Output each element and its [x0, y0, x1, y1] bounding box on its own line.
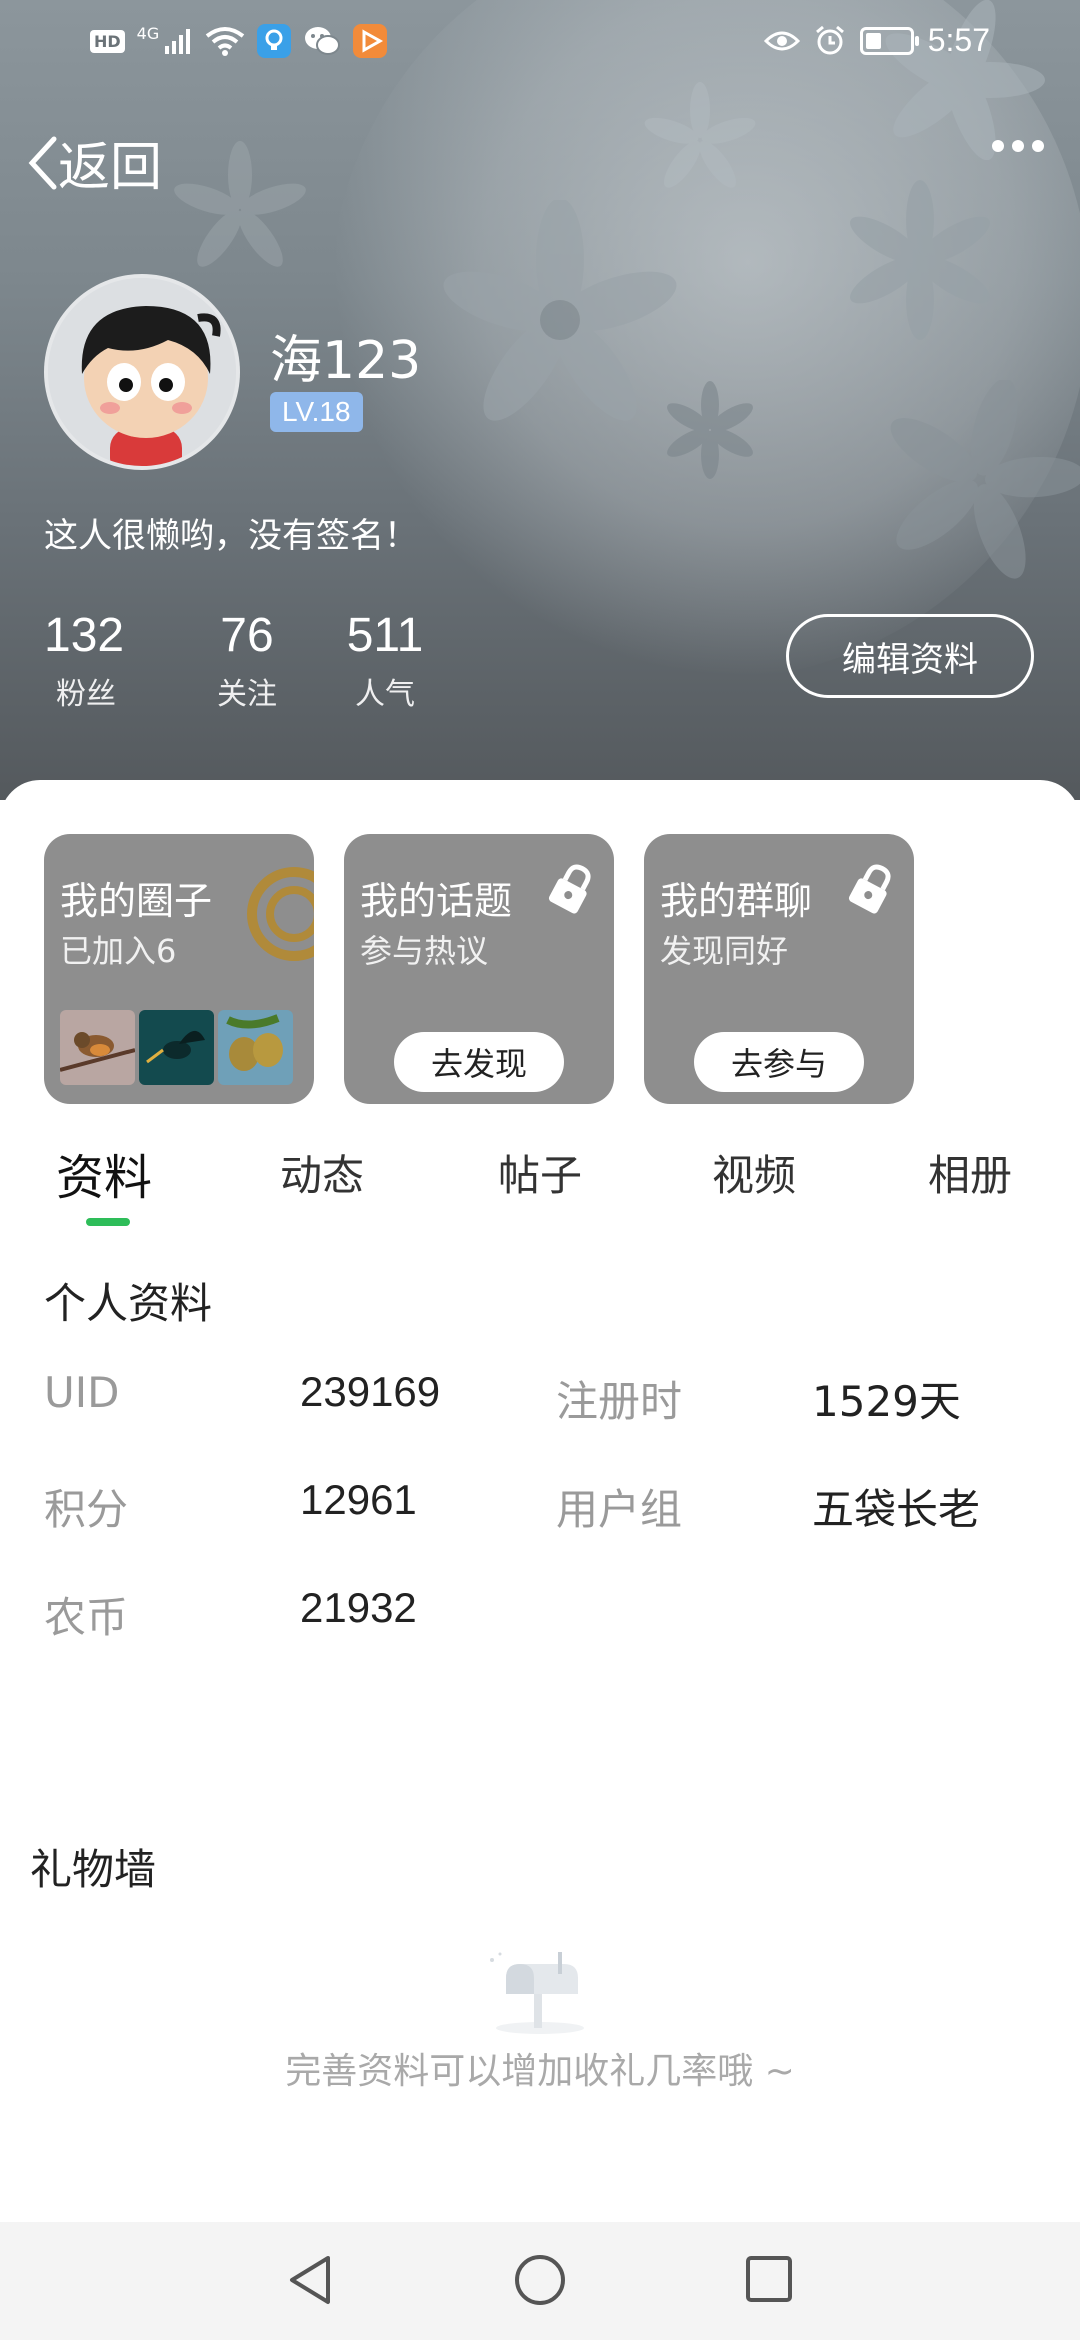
gift-wall-title: 礼物墙 — [30, 1845, 157, 1894]
info-key: UID — [44, 1368, 120, 1417]
discover-button[interactable]: 去发现 — [394, 1032, 564, 1092]
recents-square-icon[interactable] — [744, 2254, 794, 2304]
my-topics-card[interactable]: 我的话题 参与热议 去发现 — [344, 834, 614, 1104]
lock-icon — [848, 864, 891, 914]
card-subtitle: 已加入6 — [60, 932, 177, 970]
info-key: 积分 — [44, 1485, 129, 1534]
edit-profile-button[interactable]: 编辑资料 — [786, 614, 1034, 698]
wechat-icon — [305, 27, 341, 55]
profile-stats: 132 粉丝 76 关注 511 人气 — [44, 608, 454, 713]
avatar-cartoon-boy-icon — [48, 278, 236, 466]
eye-icon — [763, 31, 800, 50]
chevron-left-icon — [28, 136, 57, 189]
stat-label: 粉丝 — [56, 677, 116, 712]
decorative-flower-icon — [890, 380, 1080, 579]
mailbox-icon — [490, 1952, 584, 2034]
back-button[interactable]: 返回 — [28, 125, 162, 200]
info-row: 积分 12961 用户组 五袋长老 — [44, 1476, 1044, 1536]
thumbnail-hummingbird — [139, 1010, 214, 1085]
card-subtitle: 发现同好 — [660, 932, 789, 970]
signal-icon — [165, 29, 191, 54]
info-value: 五袋长老 — [812, 1485, 981, 1534]
decorative-flower-icon — [850, 180, 990, 340]
my-circles-card[interactable]: 我的圈子 已加入6 — [44, 834, 314, 1104]
network-type: 4G — [136, 24, 160, 43]
gift-wall-empty-text: 完善资料可以增加收礼几率哦 ~ — [285, 2051, 795, 2092]
stat-label: 人气 — [355, 677, 415, 712]
info-key: 用户组 — [556, 1485, 683, 1534]
username: 海123 — [270, 331, 422, 391]
status-bar: HD 4G 5:57 — [0, 0, 1080, 84]
card-title: 我的话题 — [360, 879, 513, 923]
active-tab-indicator — [86, 1218, 130, 1226]
thumbnail-bird — [60, 1010, 135, 1085]
stat-value: 511 — [346, 609, 424, 662]
stat-value: 76 — [220, 609, 274, 662]
stat-popularity[interactable]: 511 人气 — [316, 608, 454, 713]
content-panel: 我的圈子 已加入6 我的话题 参与热议 去发现 我的群聊 发现同好 去参与 资料… — [0, 780, 1080, 2230]
back-triangle-icon[interactable] — [284, 2252, 334, 2308]
system-navigation-bar — [0, 2222, 1080, 2340]
status-time: 5:57 — [927, 22, 990, 58]
my-group-chats-card[interactable]: 我的群聊 发现同好 去参与 — [644, 834, 914, 1104]
wifi-icon — [206, 27, 245, 56]
decorative-flower-icon — [667, 381, 753, 479]
battery-icon — [859, 26, 919, 55]
card-title: 我的群聊 — [660, 879, 813, 923]
stat-value: 132 — [44, 609, 125, 662]
stat-label: 关注 — [217, 677, 277, 712]
stat-following[interactable]: 76 关注 — [178, 608, 316, 713]
participate-button[interactable]: 去参与 — [694, 1032, 864, 1092]
decorative-flower-icon — [644, 82, 756, 188]
info-key: 农币 — [44, 1593, 129, 1642]
hd-icon: HD — [90, 29, 125, 53]
tab-profile[interactable]: 资料 — [56, 1138, 152, 1208]
back-label: 返回 — [58, 138, 163, 198]
info-value: 21932 — [300, 1584, 417, 1631]
level-badge: LV.18 — [270, 392, 363, 432]
card-subtitle: 参与热议 — [360, 932, 489, 970]
stat-fans[interactable]: 132 粉丝 — [44, 608, 136, 713]
info-row: 农币 21932 — [44, 1584, 1044, 1644]
swirl-decoration-icon — [247, 867, 314, 961]
decorative-flower-icon — [174, 141, 306, 267]
circle-thumbnails — [60, 1010, 293, 1085]
alarm-icon — [815, 25, 844, 54]
more-dots-icon[interactable] — [992, 140, 1044, 152]
lock-icon — [548, 864, 591, 914]
info-key: 注册时 — [556, 1377, 683, 1426]
tab-videos[interactable]: 视频 — [712, 1142, 796, 1203]
feature-cards: 我的圈子 已加入6 我的话题 参与热议 去发现 我的群聊 发现同好 去参与 — [44, 834, 914, 1104]
home-circle-icon[interactable] — [512, 2252, 568, 2308]
tab-activity[interactable]: 动态 — [280, 1142, 364, 1203]
info-row: UID 239169 注册时 1529天 — [44, 1368, 1044, 1428]
video-app-icon — [353, 24, 388, 58]
info-value: 239169 — [300, 1368, 441, 1415]
avatar[interactable] — [44, 274, 240, 470]
profile-tabs: 资料 动态 帖子 视频 相册 — [0, 1138, 1080, 1228]
card-title: 我的圈子 — [60, 879, 213, 923]
info-value: 1529天 — [812, 1377, 961, 1426]
personal-info-title: 个人资料 — [44, 1279, 213, 1328]
thumbnail-kiwi — [218, 1010, 293, 1085]
bulb-app-icon — [257, 24, 292, 58]
signature: 这人很懒哟，没有签名！ — [44, 516, 418, 556]
info-value: 12961 — [300, 1476, 417, 1523]
tab-albums[interactable]: 相册 — [928, 1142, 1012, 1203]
decorative-flower-icon — [443, 200, 677, 421]
tab-posts[interactable]: 帖子 — [498, 1142, 582, 1203]
